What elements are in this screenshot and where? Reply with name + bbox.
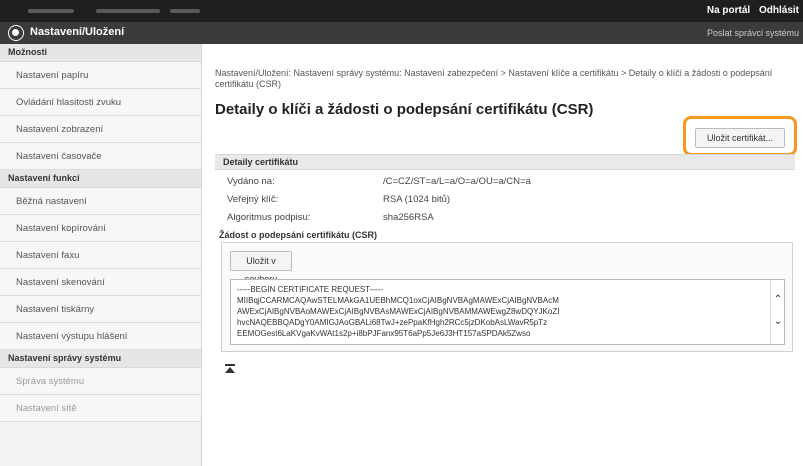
scroll-down-icon[interactable]: ⌄ (772, 316, 784, 328)
detail-value: sha256RSA (383, 212, 434, 223)
detail-row-issued-to: Vydáno na: /C=CZ/ST=a/L=a/O=a/OU=a/CN=a (227, 176, 531, 187)
sidebar: Možnosti Nastavení papíru Ovládání hlasi… (0, 44, 202, 466)
csr-line: -----BEGIN CERTIFICATE REQUEST----- (237, 285, 383, 294)
csr-line: EEMOGest6LaKVgaKvWAt1s2p+i8bPJFanx95T6aP… (237, 329, 531, 338)
csr-scrollbar[interactable]: ⌃ ⌄ (770, 280, 784, 344)
certificate-details-heading: Detaily certifikátu (215, 154, 795, 170)
csr-line: AWExCjAIBgNVBAoMAWExCjAIBgNVBAsMAWExCjAI… (237, 307, 560, 316)
blurred-text (96, 9, 160, 13)
sidebar-item-scan[interactable]: Nastavení skenování (0, 269, 201, 296)
back-to-top-icon[interactable] (225, 364, 235, 374)
detail-label: Veřejný klíč: (227, 194, 279, 205)
csr-heading: Žádost o podepsání certifikátu (CSR) (219, 230, 378, 240)
csr-text-lines: -----BEGIN CERTIFICATE REQUEST----- MIIB… (237, 284, 757, 339)
sidebar-section-title: Nastavení správy systému (0, 350, 201, 368)
detail-label: Vydáno na: (227, 176, 275, 187)
save-to-file-button[interactable]: Uložit v souboru (230, 251, 292, 284)
sidebar-item-network[interactable]: Nastavení sítě (0, 395, 201, 422)
page-title: Detaily o klíči a žádosti o podepsání ce… (215, 101, 594, 118)
main-content: Nastavení/Uložení: Nastavení správy syst… (203, 44, 803, 466)
detail-value: /C=CZ/ST=a/L=a/O=a/OU=a/CN=a (383, 176, 531, 187)
csr-panel: Uložit v souboru -----BEGIN CERTIFICATE … (221, 242, 793, 352)
logout-link[interactable]: Odhlásit (759, 5, 799, 16)
sidebar-section-title: Možnosti (0, 44, 201, 62)
app-title: Nastavení/Uložení (30, 26, 125, 38)
sidebar-section-title: Nastavení funkcí (0, 170, 201, 188)
sidebar-item-paper-settings[interactable]: Nastavení papíru (0, 62, 201, 89)
detail-label: Algoritmus podpisu: (227, 212, 311, 223)
sidebar-item-timer[interactable]: Nastavení časovače (0, 143, 201, 170)
settings-icon (8, 25, 24, 41)
csr-textarea[interactable]: -----BEGIN CERTIFICATE REQUEST----- MIIB… (230, 279, 785, 345)
csr-line: MIIBqjCCARMCAQAwSTELMAkGA1UEBhMCQ1oxCjAI… (237, 296, 559, 305)
sidebar-item-display[interactable]: Nastavení zobrazení (0, 116, 201, 143)
sidebar-item-fax[interactable]: Nastavení faxu (0, 242, 201, 269)
sidebar-item-printer[interactable]: Nastavení tiskárny (0, 296, 201, 323)
breadcrumb: Nastavení/Uložení: Nastavení správy syst… (215, 68, 773, 89)
top-links: Na portál Odhlásit (701, 5, 799, 16)
top-bar: Na portál Odhlásit (0, 0, 803, 22)
sidebar-item-report-output[interactable]: Nastavení výstupu hlášení (0, 323, 201, 350)
detail-value: RSA (1024 bitů) (383, 194, 451, 205)
app-header: Nastavení/Uložení Poslat správci systému (0, 22, 803, 44)
detail-row-signature-algorithm: Algoritmus podpisu: sha256RSA (227, 212, 434, 223)
save-certificate-button[interactable]: Uložit certifikát... (695, 128, 785, 148)
scroll-up-icon[interactable]: ⌃ (772, 294, 784, 306)
mail-admin-link[interactable]: Poslat správci systému (707, 28, 799, 38)
sidebar-item-copy[interactable]: Nastavení kopírování (0, 215, 201, 242)
detail-row-public-key: Veřejný klíč: RSA (1024 bitů) (227, 194, 450, 205)
portal-link[interactable]: Na portál (707, 5, 750, 16)
sidebar-item-common[interactable]: Běžná nastavení (0, 188, 201, 215)
csr-line: hvcNAQEBBQADgY0AMIGJAoGBALi68TwJ+zePpaKf… (237, 318, 548, 327)
sidebar-item-volume[interactable]: Ovládání hlasitosti zvuku (0, 89, 201, 116)
blurred-text (28, 9, 74, 13)
blurred-text (170, 9, 200, 13)
sidebar-item-system-management[interactable]: Správa systému (0, 368, 201, 395)
